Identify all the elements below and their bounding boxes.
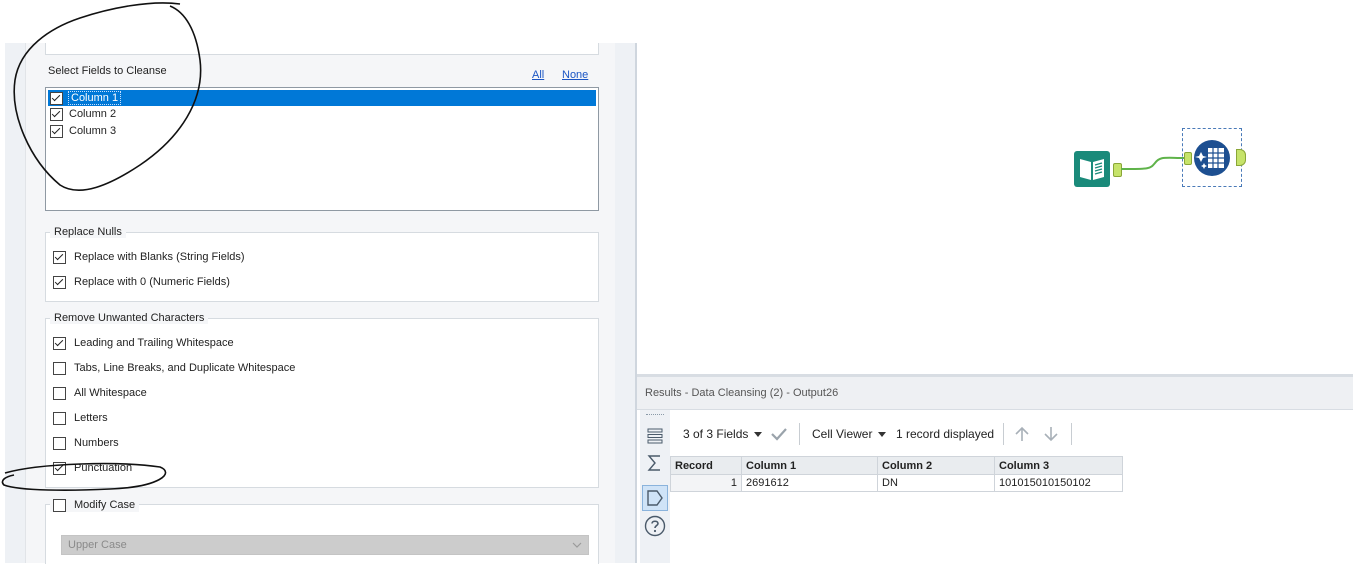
book-icon xyxy=(1074,151,1110,187)
input-data-tool[interactable] xyxy=(1073,150,1111,188)
option-label: Replace with 0 (Numeric Fields) xyxy=(74,276,230,288)
replace-zero-option[interactable]: Replace with 0 (Numeric Fields) xyxy=(53,275,230,289)
hand-drawn-circle-annotation xyxy=(13,2,202,191)
option-label: All Whitespace xyxy=(74,387,147,399)
leading-trailing-option[interactable]: Leading and Trailing Whitespace xyxy=(53,336,234,350)
input-anchor[interactable] xyxy=(1184,152,1192,165)
checkmark-icon[interactable] xyxy=(770,426,788,442)
chevron-down-icon[interactable] xyxy=(754,432,762,437)
chevron-down-icon xyxy=(572,542,582,548)
tabs-linebreaks-option[interactable]: Tabs, Line Breaks, and Duplicate Whitesp… xyxy=(53,361,295,375)
leading-trailing-checkbox[interactable] xyxy=(53,336,66,350)
option-label: Tabs, Line Breaks, and Duplicate Whitesp… xyxy=(74,362,296,374)
data-cleansing-icon xyxy=(1194,140,1230,176)
letters-option[interactable]: Letters xyxy=(53,411,108,425)
results-header: Results - Data Cleansing (2) - Output26 xyxy=(637,377,1353,410)
replace-blanks-checkbox[interactable] xyxy=(53,250,66,264)
case-select-value: Upper Case xyxy=(68,539,127,551)
all-whitespace-option[interactable]: All Whitespace xyxy=(53,386,147,400)
header-column-1[interactable]: Column 1 xyxy=(741,456,878,475)
toolbar-divider xyxy=(1071,423,1072,445)
hand-drawn-underline-annotation xyxy=(1,462,167,491)
all-whitespace-checkbox[interactable] xyxy=(53,386,66,400)
select-all-link[interactable]: All xyxy=(532,69,544,81)
grid-header-row: Record Column 1 Column 2 Column 3 xyxy=(670,456,1123,475)
arrow-up-icon[interactable] xyxy=(1014,425,1030,443)
modify-case-group xyxy=(45,504,599,564)
table-row[interactable]: 1 2691612 DN 101015010150102 xyxy=(670,474,1123,492)
grip-handle[interactable] xyxy=(646,414,664,419)
remove-unwanted-title: Remove Unwanted Characters xyxy=(50,312,209,324)
results-grid[interactable]: Record Column 1 Column 2 Column 3 1 2691… xyxy=(670,456,1123,492)
toolbar-divider xyxy=(799,423,800,445)
option-label: Numbers xyxy=(74,437,119,449)
option-label: Replace with Blanks (String Fields) xyxy=(74,251,245,263)
cleanse-icon-wrap xyxy=(1192,138,1232,178)
case-select: Upper Case xyxy=(61,535,589,555)
option-label: Modify Case xyxy=(74,499,136,511)
tag-icon[interactable] xyxy=(642,485,668,511)
record-number: 1 xyxy=(670,474,742,492)
results-title: Results - Data Cleansing (2) - Output26 xyxy=(645,387,839,399)
fields-selector[interactable]: 3 of 3 Fields xyxy=(683,427,748,441)
letters-checkbox[interactable] xyxy=(53,411,66,425)
replace-nulls-title: Replace Nulls xyxy=(50,226,126,238)
chevron-down-icon[interactable] xyxy=(878,432,886,437)
records-displayed: 1 record displayed xyxy=(896,427,995,441)
numbers-checkbox[interactable] xyxy=(53,436,66,450)
cleanse-output-anchor[interactable] xyxy=(1236,149,1246,166)
modify-case-checkbox[interactable] xyxy=(53,498,66,512)
sigma-icon[interactable] xyxy=(645,453,665,476)
replace-blanks-option[interactable]: Replace with Blanks (String Fields) xyxy=(53,250,245,264)
rows-icon[interactable] xyxy=(645,426,665,449)
header-column-2[interactable]: Column 2 xyxy=(877,456,995,475)
replace-nulls-group xyxy=(45,232,599,302)
help-icon[interactable] xyxy=(644,515,666,540)
select-none-link[interactable]: None xyxy=(562,69,588,81)
tabs-linebreaks-checkbox[interactable] xyxy=(53,361,66,375)
arrow-down-icon[interactable] xyxy=(1043,425,1059,443)
workflow-canvas[interactable] xyxy=(637,43,1353,375)
cell-column-3[interactable]: 101015010150102 xyxy=(994,474,1123,492)
option-label: Letters xyxy=(74,412,108,424)
modify-case-option[interactable]: Modify Case xyxy=(50,498,140,512)
connection-line[interactable] xyxy=(1120,150,1188,175)
cell-column-2[interactable]: DN xyxy=(877,474,995,492)
toolbar-divider xyxy=(1003,423,1004,445)
header-record[interactable]: Record xyxy=(670,456,742,475)
panel-splitter[interactable] xyxy=(615,43,635,563)
cell-column-1[interactable]: 2691612 xyxy=(741,474,878,492)
replace-zero-checkbox[interactable] xyxy=(53,275,66,289)
header-column-3[interactable]: Column 3 xyxy=(994,456,1123,475)
option-label: Leading and Trailing Whitespace xyxy=(74,337,234,349)
cell-viewer-selector[interactable]: Cell Viewer xyxy=(812,427,872,441)
numbers-option[interactable]: Numbers xyxy=(53,436,119,450)
